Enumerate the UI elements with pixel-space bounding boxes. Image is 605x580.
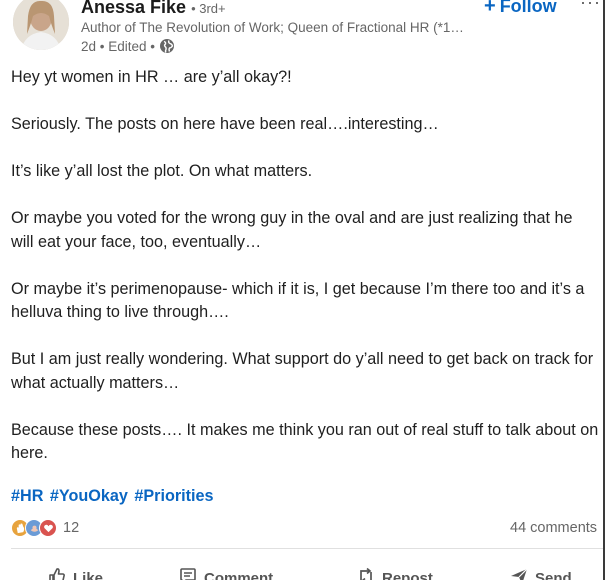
post-text: Hey yt women in HR … are y’all okay?! Se… — [11, 66, 603, 489]
follow-label: Follow — [499, 0, 557, 16]
reactions-summary[interactable]: 12 — [11, 519, 79, 537]
send-button[interactable]: Send — [509, 566, 572, 580]
post-paragraph: Hey yt women in HR … are y’all okay?! — [11, 66, 603, 90]
author-name-text[interactable]: Anessa Fike — [81, 0, 186, 17]
post-paragraph: But I am just really wondering. What sup… — [11, 348, 603, 395]
hashtags: #HR #YouOkay #Priorities — [11, 487, 216, 506]
avatar-photo — [13, 0, 69, 50]
plus-icon: + — [484, 0, 496, 17]
post-line: Seriously. The posts on here have been r… — [11, 115, 439, 133]
post-paragraph: Because these posts…. It makes me think … — [11, 419, 603, 466]
post-paragraph: It’s like y’all lost the plot. On what m… — [11, 160, 603, 184]
send-icon — [509, 566, 529, 580]
love-icon — [39, 519, 57, 537]
comment-label: Comment — [204, 569, 274, 580]
post-line: will eat your face, too, eventually… — [11, 232, 262, 251]
reaction-count[interactable]: 12 — [63, 520, 79, 536]
more-options-button[interactable]: ··· — [580, 0, 601, 13]
comments-count[interactable]: 44 comments — [510, 520, 597, 536]
connection-degree: • 3rd+ — [191, 1, 226, 16]
repost-icon — [356, 566, 376, 580]
hashtag-link[interactable]: #YouOkay — [50, 487, 128, 505]
post-line: Hey yt women in HR … are y’all okay?! — [11, 68, 292, 86]
post-meta: 2d • Edited • — [81, 38, 175, 54]
hashtag-link[interactable]: #HR — [11, 487, 43, 505]
avatar[interactable] — [13, 0, 69, 50]
post-paragraph: Seriously. The posts on here have been r… — [11, 113, 603, 137]
thumbs-up-icon — [47, 566, 67, 580]
post-line: here. — [11, 444, 48, 462]
author-name[interactable]: Anessa Fike • 3rd+ — [81, 0, 226, 18]
repost-label: Repost — [382, 569, 433, 580]
post-line: But I am just really wondering. What sup… — [11, 350, 594, 368]
hashtag-link[interactable]: #Priorities — [134, 487, 213, 505]
post-paragraph: Or maybe you voted for the wrong guy in … — [11, 207, 603, 254]
like-button[interactable]: Like — [47, 566, 103, 580]
follow-button[interactable]: + Follow — [484, 0, 557, 18]
like-label: Like — [73, 569, 104, 580]
post-card: Anessa Fike • 3rd+ Author of The Revolut… — [0, 0, 605, 580]
globe-icon — [159, 38, 175, 54]
post-line: Or maybe it’s perimenopause- which if it… — [11, 279, 585, 298]
divider — [11, 548, 603, 549]
repost-button[interactable]: Repost — [356, 566, 433, 580]
send-label: Send — [535, 569, 572, 580]
comment-icon — [178, 566, 198, 580]
author-headline: Author of The Revolution of Work; Queen … — [81, 20, 464, 35]
post-timestamp: 2d • Edited • — [81, 38, 155, 54]
post-line: what actually matters… — [11, 373, 180, 392]
post-line: Because these posts…. It makes me think … — [11, 420, 599, 439]
comment-button[interactable]: Comment — [178, 566, 273, 580]
post-line: helluva thing to live through…. — [11, 303, 229, 321]
post-line: It’s like y’all lost the plot. On what m… — [11, 162, 313, 180]
post-paragraph: Or maybe it’s perimenopause- which if it… — [11, 278, 603, 325]
post-line: Or maybe you voted for the wrong guy in … — [11, 209, 573, 227]
